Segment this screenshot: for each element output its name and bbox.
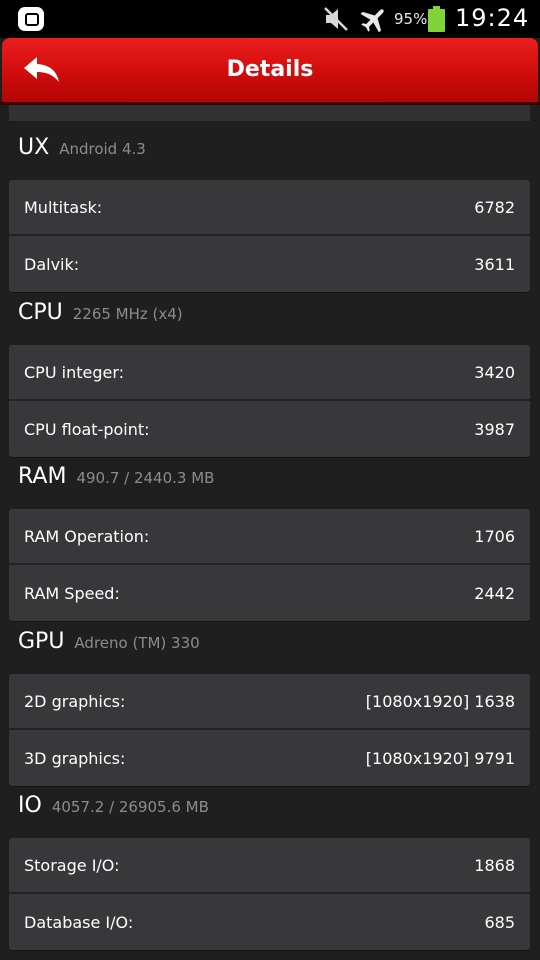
section-header-ram: RAM 490.7 / 2440.3 MB [18, 464, 214, 504]
result-row: Dalvik: 3611 [9, 236, 530, 292]
section-card-cpu: CPU integer: 3420 CPU float-point: 3987 [9, 345, 530, 457]
section-subtitle: 490.7 / 2440.3 MB [76, 469, 215, 487]
app-notification-icon [18, 7, 44, 31]
result-label: Multitask: [24, 197, 103, 217]
airplane-mode-icon [360, 9, 384, 33]
result-row: Multitask: 6782 [9, 180, 530, 236]
section-subtitle: Android 4.3 [59, 140, 146, 158]
section-header-io: IO 4057.2 / 26905.6 MB [18, 793, 209, 833]
result-row: Database I/O: 685 [9, 894, 530, 950]
status-bar: 95% 19:24 [0, 0, 540, 38]
result-value: 1868 [474, 855, 515, 875]
clock: 19:24 [455, 4, 530, 32]
section-header-cpu: CPU 2265 MHz (x4) [18, 300, 183, 340]
section-card-io: Storage I/O: 1868 Database I/O: 685 [9, 838, 530, 950]
result-row: CPU float-point: 3987 [9, 401, 530, 457]
section-title: UX [18, 135, 50, 160]
section-card-ram: RAM Operation: 1706 RAM Speed: 2442 [9, 509, 530, 621]
result-label: Dalvik: [24, 254, 80, 274]
result-value: 685 [484, 912, 515, 932]
result-label: 2D graphics: [24, 691, 126, 711]
result-value: 3611 [474, 254, 515, 274]
section-card-ux: Multitask: 6782 Dalvik: 3611 [9, 180, 530, 292]
result-label: Storage I/O: [24, 855, 120, 875]
result-label: CPU float-point: [24, 419, 150, 439]
section-subtitle: 4057.2 / 26905.6 MB [51, 798, 209, 816]
battery-icon [428, 6, 445, 32]
section-subtitle: 2265 MHz (x4) [72, 305, 183, 323]
result-label: 3D graphics: [24, 748, 126, 768]
page-title: Details [226, 57, 314, 82]
result-value: 6782 [474, 197, 515, 217]
result-label: RAM Operation: [24, 526, 150, 546]
result-row: RAM Speed: 2442 [9, 565, 530, 621]
result-value: 3420 [474, 362, 515, 382]
result-value: 1706 [474, 526, 515, 546]
result-value: [1080x1920] 9791 [365, 748, 515, 768]
section-subtitle: Adreno (TM) 330 [74, 634, 200, 652]
battery-percentage: 95% [394, 10, 428, 28]
section-card-gpu: 2D graphics: [1080x1920] 1638 3D graphic… [9, 674, 530, 786]
result-row: 2D graphics: [1080x1920] 1638 [9, 674, 530, 730]
result-value: [1080x1920] 1638 [365, 691, 515, 711]
section-header-gpu: GPU Adreno (TM) 330 [18, 629, 200, 669]
result-label: RAM Speed: [24, 583, 120, 603]
result-row: RAM Operation: 1706 [9, 509, 530, 565]
result-label: Database I/O: [24, 912, 134, 932]
section-title: CPU [18, 300, 63, 325]
app-header: Details [2, 38, 538, 102]
details-list[interactable]: UX Android 4.3 Multitask: 6782 Dalvik: 3… [0, 105, 540, 960]
result-label: CPU integer: [24, 362, 125, 382]
result-value: 3987 [474, 419, 515, 439]
result-row: Storage I/O: 1868 [9, 838, 530, 894]
result-value: 2442 [474, 583, 515, 603]
previous-card-edge [9, 105, 530, 122]
section-title: GPU [18, 629, 65, 654]
mute-icon [324, 7, 348, 31]
section-title: RAM [18, 464, 67, 489]
section-title: IO [18, 793, 42, 818]
section-header-ux: UX Android 4.3 [18, 135, 146, 175]
result-row: 3D graphics: [1080x1920] 9791 [9, 730, 530, 786]
result-row: CPU integer: 3420 [9, 345, 530, 401]
